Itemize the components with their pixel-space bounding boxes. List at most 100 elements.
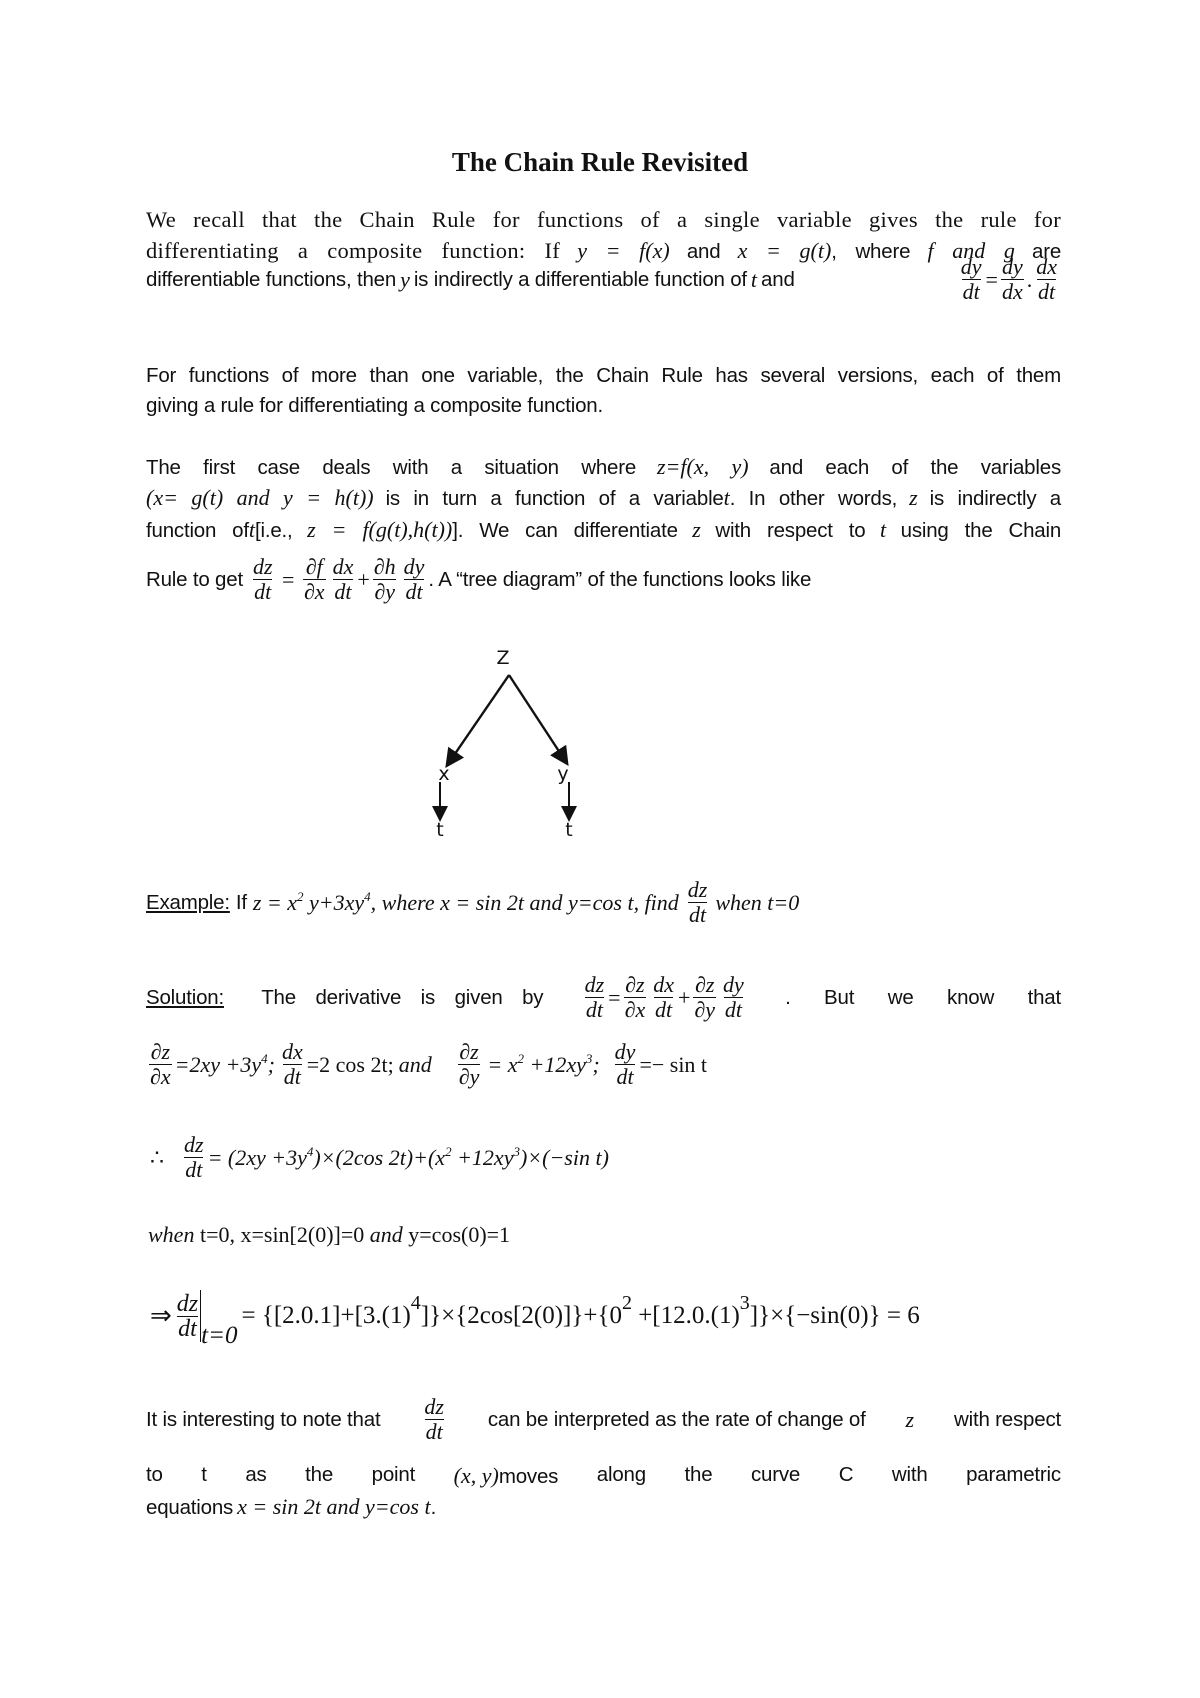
frac-num: dz [184,1132,204,1157]
closing-word: the [684,1463,713,1486]
evaluation-rhs: = {[2.0.1]+[3.(1)4]}×{2cos[2(0)]}+{02 +[… [241,1293,919,1330]
para3-text: using the Chain [900,519,1062,542]
example-label: Example: [146,890,230,914]
example-conditions: , where x = sin 2t and y=cos t, find [370,889,679,915]
para3-text: is indirectly a [929,487,1062,510]
para3-text: . A “tree diagram” of the functions look… [428,567,812,591]
implies-arrow: ⇒ [150,1301,172,1330]
partial-zx-rhs: =2xy +3y4; [175,1052,275,1078]
para3-text: is in turn a function of a variable [385,487,724,510]
para2-line2: giving a rule for differentiating a comp… [146,394,603,417]
equation-z-composite: z = f(g(t),h(t)) [307,517,453,542]
para3-text: with respect to [715,519,866,542]
tree-leaf-t-left: t [436,819,443,841]
frac-den: dt [1037,279,1057,304]
para3-text: Rule to get [146,567,243,591]
frac-num: ∂z [150,1039,171,1064]
closing-line1: It is interesting to note that dz dt can … [146,1395,1061,1444]
tree-edge-z-y [507,674,569,767]
para3-text: . In other words, [729,487,898,510]
frac-num: dz [584,972,605,997]
eq-part: ; [592,1051,600,1077]
frac-num: dy [723,972,744,997]
when-y-value: y=cos(0)=1 [402,1222,511,1247]
closing-word: moves [498,1465,559,1488]
therefore-symbol: ∴ [150,1144,164,1170]
frac-den: dt [333,579,353,604]
evaluation-bar [200,1290,202,1342]
frac-den: dt [404,579,424,604]
frac-num: dy [403,554,425,579]
math-var: z [905,1406,915,1432]
closing-word: t [201,1463,207,1486]
solution-chain-formula: dz dt = ∂z ∂x dx dt + ∂z ∂y dy dt [584,972,744,1022]
equation-z-f-xy: z=f(x, y) [656,454,749,479]
solution-text: The derivative is given by [261,985,544,1009]
eq-part: ; [267,1051,275,1077]
eq-part: +12xy [523,1051,586,1077]
eq-part: +12xy [451,1144,514,1170]
solution-text: . But we know that [785,985,1061,1009]
frac-num: ∂z [459,1039,479,1064]
frac-num: ∂h [373,554,396,579]
frac-den: ∂y [457,1064,481,1089]
frac-num: dz [176,1290,199,1317]
closing-line3: equations x = sin 2t and y=cos t. [146,1494,1061,1520]
document-page: The Chain Rule Revisited We recall that … [0,0,1200,1698]
para3-text: function of [146,519,249,542]
closing-word: curve [751,1463,801,1486]
parametric-equations: x = sin 2t and y=cos t [237,1494,431,1519]
tree-node-x: x [438,763,449,785]
frac-num: dy [960,254,982,279]
para3-text: The first case deals with a situation wh… [146,456,637,479]
eq-part: z = x [252,889,298,915]
eq-part: y+3xy [303,889,365,915]
eq-part: = {[2.0.1]+[3.(1) [241,1302,411,1329]
eq-part: =2xy +3y [174,1051,262,1077]
solution-line: Solution: The derivative is given by dz d… [146,973,1061,1022]
example-when: when t=0 [715,889,800,915]
partial-zy-rhs: = x2 +12xy3; [487,1052,599,1078]
frac-num: dz [424,1394,444,1419]
para1-text: differentiable functions, then [146,267,397,291]
frac-num: dy [1001,254,1023,279]
tree-diagram: Z x y t t [432,647,577,841]
eq-part: )×(2cos 2t)+(x [313,1144,446,1170]
eq-part: = (2xy +3y [207,1144,307,1170]
closing-word: along [596,1463,646,1486]
frac-num: dx [1036,254,1057,279]
frac-num: dy [614,1039,636,1064]
example-equation: z = x2 y+3xy4 [253,890,371,916]
frac-den: ∂x [302,579,326,604]
when-word: when [148,1222,195,1247]
closing-word: with [891,1463,928,1486]
math-var: t [880,517,887,542]
chain-rule-formula-two-var: dz dt = ∂f ∂x dx dt + ∂h ∂y dy dt [252,554,425,604]
closing-word: to [146,1463,163,1486]
closing-line2: to t as the point (x, y)moves along the … [146,1463,1061,1489]
frac-num: dz [687,877,708,902]
and-word: and [398,1051,432,1077]
frac-num: ∂z [625,972,645,997]
para3-line1: The first case deals with a situation wh… [146,454,1061,480]
partials-line: ∂z ∂x =2xy +3y4; dx dt =2 cos 2t; and ∂z ∂y… [146,1040,707,1089]
eq-part: )×(−sin t) [519,1144,609,1170]
dy-dt-rhs: =− sin t [639,1051,708,1077]
frac-den: ∂x [149,1064,172,1089]
para3-line4: Rule to get dz dt = ∂f ∂x dx dt + ∂h ∂y dy dt . A… [146,555,1061,604]
eq-sup: 2 [621,1292,632,1314]
closing-text: can be interpreted as the rate of change… [487,1407,866,1431]
closing-word: as [245,1463,267,1486]
example-line: Example: If z = x2 y+3xy4 , where x = si… [146,878,799,927]
when-values: t=0, x=sin[2(0)]=0 [194,1222,370,1247]
closing-word: point [371,1463,416,1486]
closing-word: parametric [966,1463,1061,1486]
frac-den: ∂y [693,997,717,1022]
frac-den: dt [961,279,981,304]
closing-text: equations [146,1496,234,1519]
frac-den: dt [688,902,708,927]
chain-rule-formula-single: dy dt = dy dx. dx dt [960,254,1057,304]
closing-text: It is interesting to note that [146,1407,381,1431]
para3-text: ]. We can differentiate [452,519,678,542]
math-var: y [400,266,410,292]
